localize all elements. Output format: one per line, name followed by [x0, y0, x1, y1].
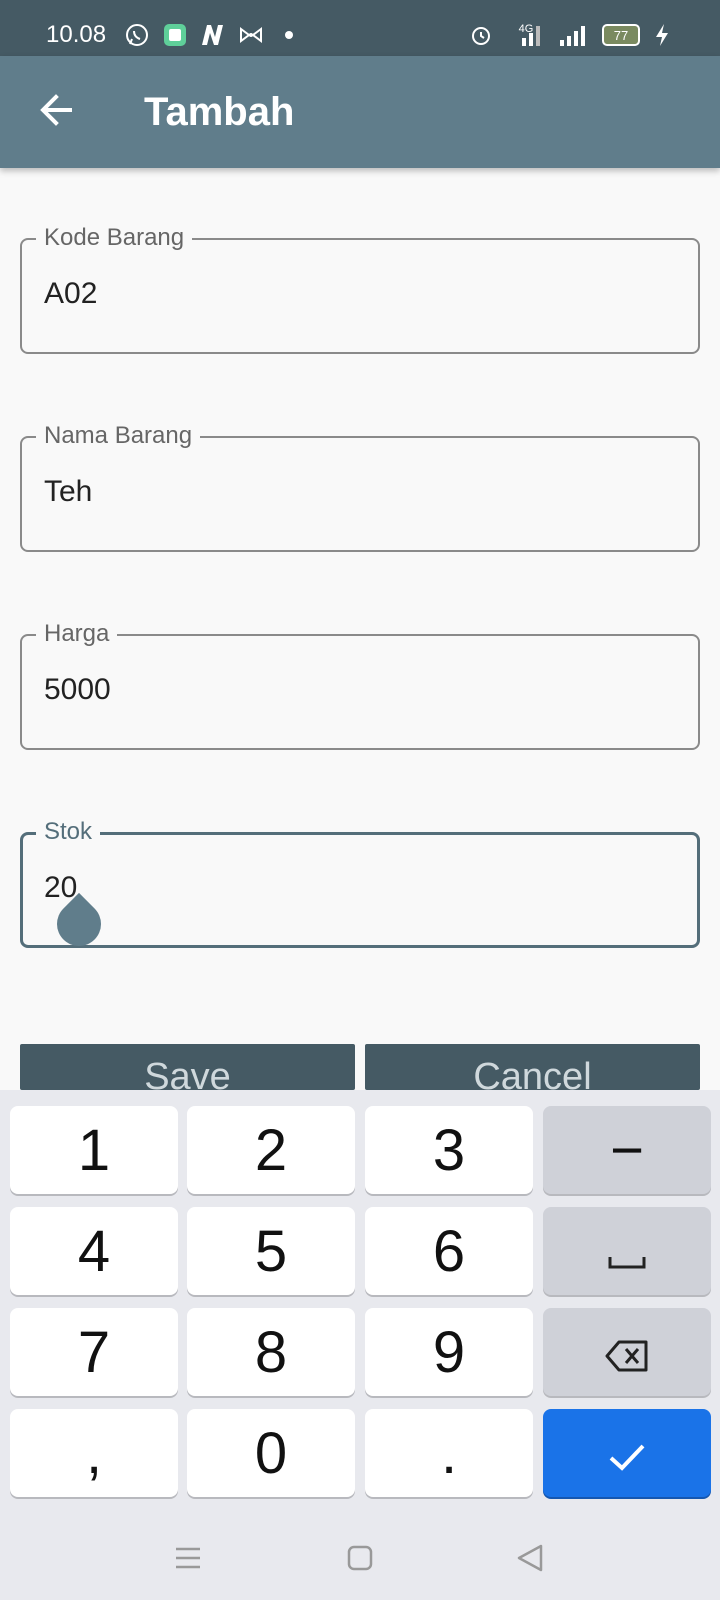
kode-barang-field[interactable]: Kode Barang A02 [20, 222, 720, 354]
stok-field[interactable]: Stok 20 [20, 816, 720, 956]
key-period[interactable]: . [365, 1409, 533, 1497]
key-6[interactable]: 6 [365, 1207, 533, 1295]
4g-signal-icon: 4G [508, 22, 544, 48]
nama-barang-field[interactable]: Nama Barang Teh [20, 420, 720, 552]
whatsapp-icon [124, 22, 150, 48]
battery-icon: 77 [602, 24, 640, 46]
field-label: Harga [36, 618, 118, 650]
page-title: Tambah [144, 90, 295, 134]
space-icon [607, 1218, 647, 1285]
key-9[interactable]: 9 [365, 1308, 533, 1396]
key-5[interactable]: 5 [187, 1207, 355, 1295]
key-8[interactable]: 8 [187, 1308, 355, 1396]
field-value[interactable]: A02 [44, 276, 97, 312]
field-outline [20, 238, 700, 354]
signal-icon [558, 22, 588, 48]
back-triangle-icon[interactable] [512, 1540, 548, 1576]
numeric-keyboard: 1 2 3 − 4 5 6 7 8 9 , 0 . [0, 1090, 720, 1514]
key-2[interactable]: 2 [187, 1106, 355, 1194]
status-bar: 10.08 4G 77 [0, 0, 720, 56]
key-comma[interactable]: , [10, 1409, 178, 1497]
field-outline [20, 634, 700, 750]
back-button[interactable] [32, 88, 80, 136]
key-7[interactable]: 7 [10, 1308, 178, 1396]
arrow-left-icon [38, 92, 74, 133]
app-icon [162, 22, 188, 48]
field-value[interactable]: 5000 [44, 672, 111, 708]
status-time: 10.08 [46, 21, 107, 48]
charging-icon [654, 22, 670, 48]
field-outline [20, 436, 700, 552]
field-label: Nama Barang [36, 420, 201, 452]
backspace-icon [605, 1319, 649, 1386]
home-icon[interactable] [342, 1540, 378, 1576]
dot-icon [276, 22, 302, 48]
bow-icon [238, 22, 264, 48]
check-icon [607, 1420, 647, 1487]
field-label: Kode Barang [36, 222, 193, 254]
key-4[interactable]: 4 [10, 1207, 178, 1295]
key-3[interactable]: 3 [365, 1106, 533, 1194]
app-bar: Tambah [0, 56, 720, 168]
navigation-bar [0, 1514, 720, 1600]
field-value[interactable]: Teh [44, 474, 92, 510]
key-backspace[interactable] [543, 1308, 711, 1396]
harga-field[interactable]: Harga 5000 [20, 618, 720, 750]
cancel-button[interactable]: Cancel [365, 1044, 700, 1090]
key-1[interactable]: 1 [10, 1106, 178, 1194]
alarm-icon [468, 22, 494, 48]
field-outline [20, 832, 700, 948]
key-0[interactable]: 0 [187, 1409, 355, 1497]
battery-level: 77 [613, 27, 629, 43]
n-icon [200, 22, 226, 48]
save-button[interactable]: Save [20, 1044, 355, 1090]
key-space[interactable] [543, 1207, 711, 1295]
field-label: Stok [36, 816, 101, 848]
key-done[interactable] [543, 1409, 711, 1497]
menu-icon[interactable] [170, 1540, 206, 1576]
key-minus[interactable]: − [543, 1106, 711, 1194]
